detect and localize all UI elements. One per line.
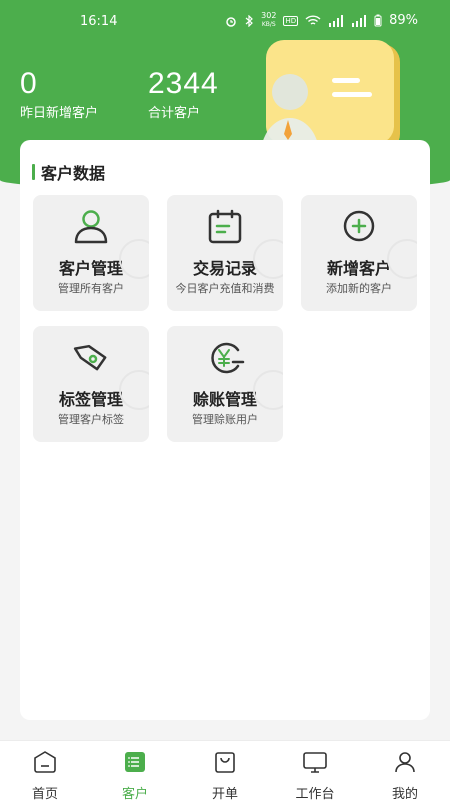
section-title: 客户数据 [32,160,105,184]
tab-workbench[interactable]: 工作台 [270,749,360,800]
wifi-icon [305,14,321,25]
stat-value: 2344 [148,67,219,100]
tile-subtitle: 管理客户标签 [58,413,124,426]
tab-label: 首页 [31,787,58,800]
tile-subtitle: 添加新的客户 [326,282,392,295]
section-title-text: 客户数据 [41,164,106,183]
tab-order[interactable]: 开单 [180,749,270,800]
tag-icon [73,344,107,371]
tab-label: 客户 [121,787,148,800]
calendar-icon [208,209,242,244]
tab-customer[interactable]: 客户 [90,749,180,800]
status-time: 16:14 [80,14,118,29]
net-speed-value: 302 [261,11,277,20]
bottom-tab-bar: 首页 客户 开单 工作台 我的 [0,740,450,800]
stat-label: 昨日新增客户 [20,106,99,121]
hd-badge: HD [283,15,299,26]
stat-yesterday-new: 0 昨日新增客户 [20,67,99,122]
stat-total-customers: 2344 合计客户 [148,67,219,122]
tile-add-customer[interactable]: 新增客户 添加新的客户 [301,195,417,311]
yen-icon [211,342,245,374]
tile-subtitle: 管理赊账用户 [192,413,258,426]
section-accent-bar [32,164,35,180]
status-bar: 16:14 302 KB/S HD 89% [0,0,450,44]
tab-label: 工作台 [295,787,335,800]
tile-subtitle: 今日客户充值和消费 [175,282,275,295]
stat-value: 0 [20,67,38,100]
battery-icon [374,14,382,27]
tab-label: 开单 [211,787,238,800]
customer-data-card: 客户数据 客户管理 管理所有客户 交易记录 今日客户充值和消费 新增客户 添加新… [20,140,430,720]
plus-circle-icon [343,210,375,242]
tab-mine[interactable]: 我的 [360,749,450,800]
user-icon [74,210,108,244]
person-icon [395,752,415,773]
tile-transaction-records[interactable]: 交易记录 今日客户充值和消费 [167,195,283,311]
net-speed: 302 KB/S [261,12,276,29]
net-speed-unit: KB/S [261,21,276,28]
tile-subtitle: 管理所有客户 [58,282,124,295]
signal-icon-2 [352,14,367,27]
stat-label: 合计客户 [148,106,201,121]
tab-label: 我的 [391,787,418,800]
bluetooth-icon [245,14,254,27]
customer-icon [125,752,145,772]
battery-level: 89% [389,13,418,28]
bag-icon [215,752,235,773]
status-icons: 302 KB/S HD 89% [225,12,418,29]
tile-tag-management[interactable]: 标签管理 管理客户标签 [33,326,149,442]
home-icon [34,751,56,773]
monitor-icon [303,752,327,773]
alarm-icon [226,16,236,27]
signal-icon [329,14,344,27]
tab-home[interactable]: 首页 [0,749,90,800]
tile-credit-management[interactable]: 赊账管理 管理赊账用户 [167,326,283,442]
tile-customer-management[interactable]: 客户管理 管理所有客户 [33,195,149,311]
